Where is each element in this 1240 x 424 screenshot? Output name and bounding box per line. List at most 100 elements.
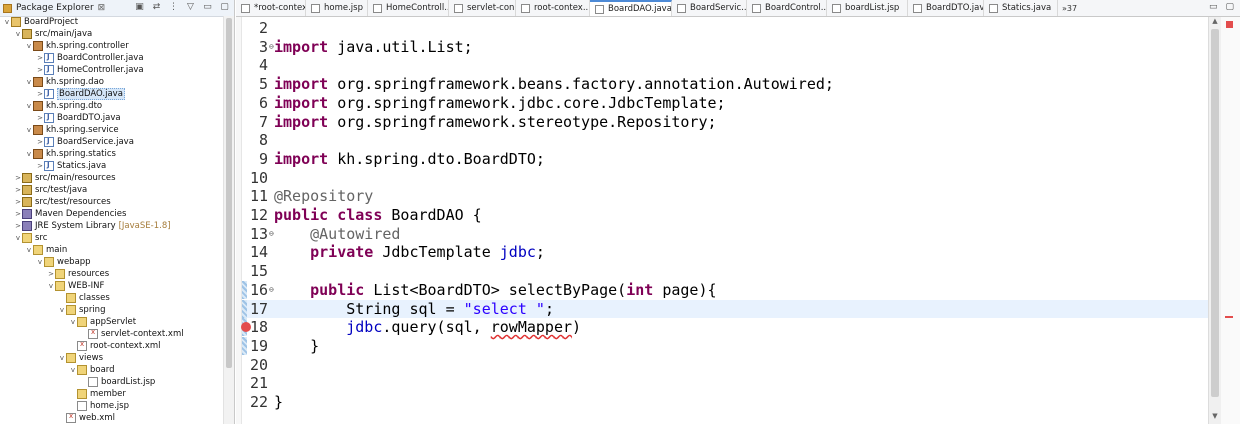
code-line[interactable]: 5 import org.springframework.beans.factor…: [242, 75, 1208, 93]
editor-tab[interactable]: servlet-con...: [449, 0, 516, 16]
tree-item[interactable]: > BoardDTO.java: [0, 112, 224, 124]
expand-toggle-icon[interactable]: >: [14, 210, 22, 218]
code-editor[interactable]: 2 3 ⊖ import java.util.List; 4 5 import org.sp…: [242, 17, 1208, 424]
tree-item[interactable]: v spring: [0, 304, 224, 316]
expand-toggle-icon[interactable]: >: [14, 198, 22, 206]
expand-toggle-icon[interactable]: >: [47, 270, 55, 278]
code-line[interactable]: 18 jdbc.query(sql, rowMapper): [242, 318, 1208, 336]
tree-item[interactable]: v kh.spring.controller: [0, 40, 224, 52]
code-line[interactable]: 8: [242, 131, 1208, 149]
tree-item[interactable]: v WEB-INF: [0, 280, 224, 292]
expand-toggle-icon[interactable]: >: [14, 222, 22, 230]
tree-item[interactable]: > src/test/java: [0, 184, 224, 196]
tree-item[interactable]: v src: [0, 232, 224, 244]
scroll-down-icon[interactable]: ▼: [1209, 412, 1221, 422]
expand-toggle-icon[interactable]: v: [25, 246, 33, 254]
minimize-icon[interactable]: ▭: [202, 2, 213, 13]
tree-item[interactable]: > BoardController.java: [0, 52, 224, 64]
expand-toggle-icon[interactable]: v: [25, 102, 33, 110]
expand-toggle-icon[interactable]: v: [58, 354, 66, 362]
expand-toggle-icon[interactable]: v: [25, 42, 33, 50]
expand-toggle-icon[interactable]: >: [36, 54, 44, 62]
maximize-icon[interactable]: ▢: [219, 2, 230, 13]
tree-item[interactable]: boardList.jsp: [0, 376, 224, 388]
expand-toggle-icon[interactable]: v: [25, 126, 33, 134]
code-line[interactable]: 16 ⊖ public List<BoardDTO> selectByPage(i…: [242, 281, 1208, 299]
code-line[interactable]: 4: [242, 56, 1208, 74]
expand-toggle-icon[interactable]: >: [14, 186, 22, 194]
tree-item[interactable]: member: [0, 388, 224, 400]
editor-tab[interactable]: root-contex...: [516, 0, 590, 16]
error-summary-icon[interactable]: [1226, 21, 1233, 28]
expand-toggle-icon[interactable]: >: [36, 138, 44, 146]
tree-item[interactable]: v kh.spring.dto: [0, 100, 224, 112]
code-line[interactable]: 2: [242, 19, 1208, 37]
code-line[interactable]: 7 import org.springframework.stereotype.R…: [242, 113, 1208, 131]
editor-tab[interactable]: BoardDTO.java: [908, 0, 984, 16]
maximize-icon[interactable]: ▢: [1225, 2, 1234, 12]
editor-tab[interactable]: HomeControll...: [368, 0, 449, 16]
editor-scrollbar[interactable]: ▲ ▼: [1208, 17, 1221, 424]
code-line[interactable]: 14 private JdbcTemplate jdbc;: [242, 243, 1208, 261]
editor-tab[interactable]: boardList.jsp: [827, 0, 908, 16]
tree-item[interactable]: v kh.spring.service: [0, 124, 224, 136]
code-line[interactable]: 12 public class BoardDAO {: [242, 206, 1208, 224]
close-icon[interactable]: ⊠: [98, 3, 106, 13]
tree-item[interactable]: v webapp: [0, 256, 224, 268]
expand-toggle-icon[interactable]: >: [36, 66, 44, 74]
tree-item[interactable]: > BoardDAO.java: [0, 88, 224, 100]
tree-item[interactable]: > src/main/resources: [0, 172, 224, 184]
tree-item[interactable]: > resources: [0, 268, 224, 280]
code-line[interactable]: 21: [242, 374, 1208, 392]
tree-item[interactable]: v kh.spring.statics: [0, 148, 224, 160]
package-explorer-title[interactable]: Package Explorer: [16, 3, 94, 13]
expand-toggle-icon[interactable]: >: [36, 162, 44, 170]
code-line[interactable]: 11 @Repository: [242, 187, 1208, 205]
editor-tab[interactable]: BoardControl...: [747, 0, 827, 16]
expand-toggle-icon[interactable]: v: [14, 234, 22, 242]
expand-toggle-icon[interactable]: v: [36, 258, 44, 266]
tabs-overflow-button[interactable]: »37: [1058, 0, 1081, 16]
tree-item[interactable]: v board: [0, 364, 224, 376]
tree-item[interactable]: > BoardService.java: [0, 136, 224, 148]
expand-toggle-icon[interactable]: v: [47, 282, 55, 290]
tree-item[interactable]: v BoardProject: [0, 16, 224, 28]
expand-toggle-icon[interactable]: v: [69, 366, 77, 374]
code-line[interactable]: 17 String sql = "select ";: [242, 299, 1208, 318]
expand-toggle-icon[interactable]: v: [58, 306, 66, 314]
scroll-up-icon[interactable]: ▲: [1209, 17, 1221, 27]
expand-toggle-icon[interactable]: >: [36, 90, 44, 98]
error-overview-marker[interactable]: [1225, 316, 1233, 318]
code-line[interactable]: 9 import kh.spring.dto.BoardDTO;: [242, 150, 1208, 168]
expand-toggle-icon[interactable]: v: [25, 78, 33, 86]
tree-item[interactable]: classes: [0, 292, 224, 304]
editor-scroll-thumb[interactable]: [1211, 29, 1219, 397]
tree-item[interactable]: v main: [0, 244, 224, 256]
tree-item[interactable]: home.jsp: [0, 400, 224, 412]
code-line[interactable]: 20: [242, 356, 1208, 374]
collapse-all-icon[interactable]: ▣: [134, 2, 145, 13]
code-line[interactable]: 13 ⊖ @Autowired: [242, 225, 1208, 243]
view-menu-icon[interactable]: ⋮: [168, 2, 179, 13]
editor-tab[interactable]: *root-contex...: [236, 0, 306, 16]
code-line[interactable]: 15: [242, 262, 1208, 280]
tree-item[interactable]: > HomeController.java: [0, 64, 224, 76]
expand-toggle-icon[interactable]: v: [14, 30, 22, 38]
editor-tab[interactable]: Statics.java: [984, 0, 1058, 16]
editor-tab[interactable]: BoardServic...: [672, 0, 747, 16]
tree-item[interactable]: v src/main/java: [0, 28, 224, 40]
tree-item[interactable]: > src/test/resources: [0, 196, 224, 208]
tree-item[interactable]: servlet-context.xml: [0, 328, 224, 340]
tree-item[interactable]: root-context.xml: [0, 340, 224, 352]
expand-toggle-icon[interactable]: >: [36, 114, 44, 122]
link-editor-icon[interactable]: ⇄: [151, 2, 162, 13]
filter-icon[interactable]: ▽: [185, 2, 196, 13]
tree-item[interactable]: > Statics.java: [0, 160, 224, 172]
editor-tab[interactable]: BoardDAO.java⊠: [590, 0, 672, 16]
expand-toggle-icon[interactable]: v: [69, 318, 77, 326]
minimize-icon[interactable]: ▭: [1209, 2, 1218, 12]
explorer-scrollbar[interactable]: [223, 16, 234, 424]
tree-item[interactable]: web.xml: [0, 412, 224, 424]
tree-item[interactable]: v appServlet: [0, 316, 224, 328]
code-line[interactable]: 19 }: [242, 337, 1208, 355]
